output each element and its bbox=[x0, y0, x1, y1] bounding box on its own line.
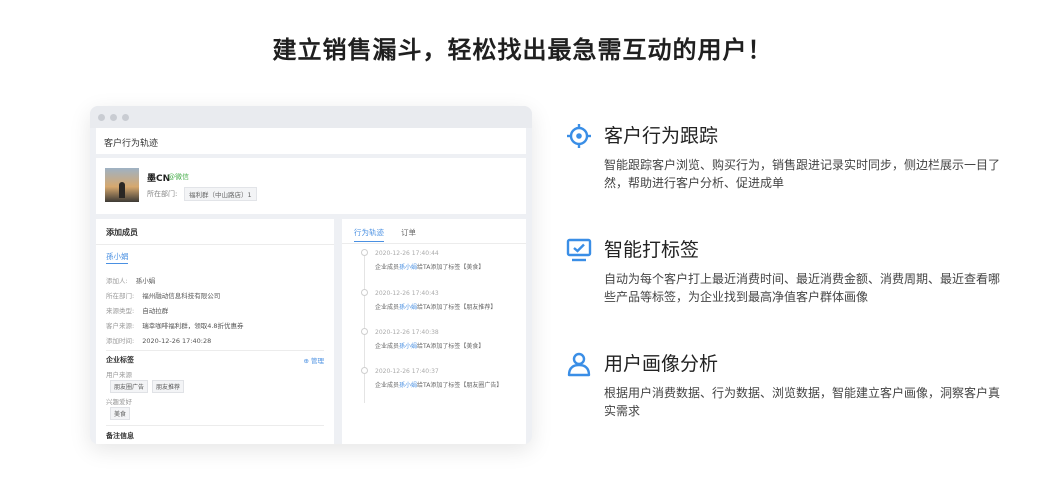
user-name: 墨CN bbox=[147, 174, 171, 184]
info-row: 添加人: 孫小娟 bbox=[106, 277, 156, 285]
wechat-tag: @微信 bbox=[168, 173, 189, 181]
member-tab[interactable]: 孫小娟 bbox=[106, 251, 129, 262]
window-dot bbox=[98, 113, 105, 121]
dept-label: 所在部门: bbox=[147, 190, 178, 198]
tags-title: 企业标签 bbox=[106, 356, 134, 364]
feature-description: 智能跟踪客户浏览、购买行为，销售跟进记录实时同步，侧边栏展示一目了然，帮助进行客… bbox=[604, 158, 1001, 190]
timeline-event: 企业成员孫小娟给TA添加了标签【美食】 bbox=[375, 264, 485, 271]
timeline-time: 2020-12-26 17:40:43 bbox=[375, 290, 439, 297]
monitor-check-icon bbox=[566, 238, 592, 262]
mock-crm-window: 客户行为轨迹 墨CN @微信 所在部门: 福利群（中山路店）1 添加成员 孫小娟… bbox=[90, 106, 532, 444]
dept-chip: 福利群（中山路店）1 bbox=[184, 187, 257, 201]
info-row: 添加时间: 2020-12-26 17:40:28 bbox=[106, 337, 212, 345]
tab-behavior[interactable]: 行为轨迹 bbox=[354, 227, 384, 238]
timeline-time: 2020-12-26 17:40:44 bbox=[375, 250, 439, 257]
window-dot bbox=[110, 113, 117, 121]
info-row: 所在部门: 福州融动信息科技有限公司 bbox=[106, 292, 221, 300]
feature-title: 用户画像分析 bbox=[604, 353, 719, 375]
feature-behavior-tracking: 客户行为跟踪 智能跟踪客户浏览、购买行为，销售跟进记录实时同步，侧边栏展示一目了… bbox=[566, 121, 1006, 201]
timeline-dot bbox=[361, 328, 368, 335]
tag-chip: 美食 bbox=[110, 407, 131, 420]
avatar bbox=[105, 168, 139, 202]
profile-card: 墨CN @微信 所在部门: 福利群（中山路店）1 bbox=[96, 158, 526, 214]
interest-label: 兴趣爱好 bbox=[106, 398, 132, 406]
timeline-time: 2020-12-26 17:40:38 bbox=[375, 329, 439, 336]
timeline-dot bbox=[361, 249, 368, 256]
feature-description: 自动为每个客户打上最近消费时间、最近消费金额、消费周期、最近查看哪些产品等标签，… bbox=[604, 272, 1001, 304]
timeline-event: 企业成员孫小娟给TA添加了标签【美食】 bbox=[375, 343, 485, 350]
timeline-dot bbox=[361, 289, 368, 296]
user-icon bbox=[567, 352, 591, 377]
timeline-panel: 行为轨迹 订单 2020-12-26 17:40:44 企业成员孫小娟给TA添加… bbox=[342, 219, 526, 444]
tag-chip: 朋友圈广告 bbox=[110, 380, 149, 393]
info-row: 来源类型: 自动拉群 bbox=[106, 307, 169, 315]
feature-description: 根据用户消费数据、行为数据、浏览数据，智能建立客户画像，洞察客户真实需求 bbox=[604, 386, 1001, 418]
feature-user-profiling: 用户画像分析 根据用户消费数据、行为数据、浏览数据，智能建立客户画像，洞察客户真… bbox=[566, 349, 1006, 429]
window-dot bbox=[122, 113, 129, 121]
timeline-time: 2020-12-26 17:40:37 bbox=[375, 368, 439, 375]
window-titlebar bbox=[90, 106, 532, 128]
timeline-dot bbox=[361, 367, 368, 374]
timeline-event: 企业成员孫小娟给TA添加了标签【朋友圈广告】 bbox=[375, 382, 503, 389]
crosshair-icon bbox=[567, 124, 591, 148]
feature-title: 客户行为跟踪 bbox=[604, 125, 719, 147]
timeline-event: 企业成员孫小娟给TA添加了标签【朋友推荐】 bbox=[375, 304, 497, 311]
notes-title: 备注信息 bbox=[106, 432, 134, 440]
member-panel: 添加成员 孫小娟 添加人: 孫小娟 所在部门: 福州融动信息科技有限公司 来源类型:… bbox=[96, 219, 334, 444]
feature-smart-tagging: 智能打标签 自动为每个客户打上最近消费时间、最近消费金额、消费周期、最近查看哪些… bbox=[566, 235, 1006, 315]
feature-title: 智能打标签 bbox=[604, 239, 700, 261]
user-source-label: 用户来源 bbox=[106, 371, 132, 379]
info-row: 客户来源: 瑞幸咖啡福利群，领取4.8折优惠券 bbox=[106, 322, 244, 330]
member-panel-title: 添加成员 bbox=[106, 228, 138, 237]
manage-link[interactable]: ⊕ 管理 bbox=[303, 355, 324, 365]
tab-orders[interactable]: 订单 bbox=[401, 227, 416, 238]
section-title: 客户行为轨迹 bbox=[96, 128, 526, 154]
page-headline: 建立销售漏斗，轻松找出最急需互动的用户！ bbox=[272, 36, 773, 64]
tag-chip: 朋友推荐 bbox=[152, 380, 185, 393]
